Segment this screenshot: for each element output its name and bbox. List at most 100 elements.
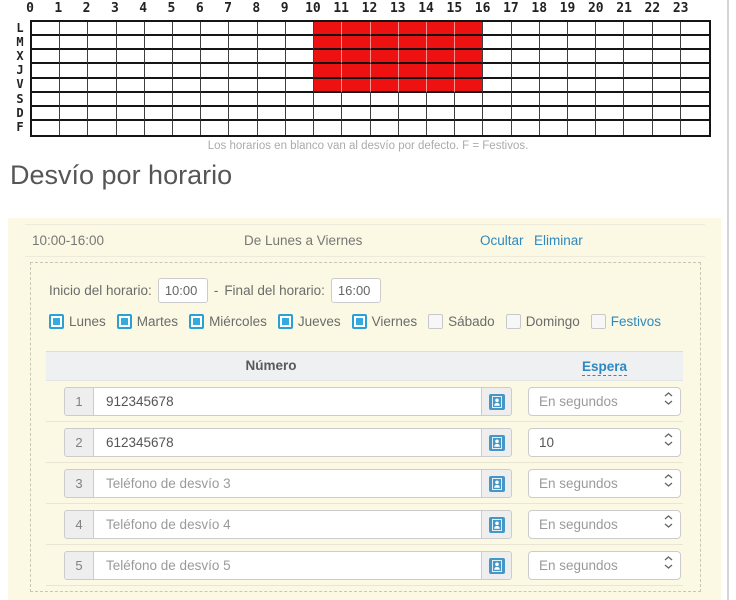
day-checkbox-item: Miércoles	[189, 314, 267, 329]
spinner-down-button[interactable]	[664, 441, 673, 446]
wait-input[interactable]	[529, 388, 657, 415]
day-checkbox[interactable]	[428, 314, 444, 329]
spinner-down-button[interactable]	[664, 482, 673, 487]
grid-cell	[32, 78, 61, 93]
phone-input-group: 3	[64, 469, 512, 498]
end-time-input[interactable]	[330, 278, 381, 303]
contact-button[interactable]	[481, 551, 512, 580]
grid-cell	[285, 36, 315, 51]
grid-cell	[652, 22, 681, 37]
grid-cell	[397, 22, 427, 37]
spinner-down-button[interactable]	[664, 523, 673, 528]
day-label: L	[16, 21, 24, 35]
spinner-up-button[interactable]	[664, 515, 673, 520]
day-checkbox[interactable]	[49, 314, 64, 329]
contact-button[interactable]	[481, 510, 512, 539]
phone-input[interactable]	[93, 428, 482, 457]
day-checkbox-item: Sábado	[428, 314, 495, 329]
wait-input[interactable]	[529, 552, 657, 579]
grid-cell	[425, 22, 456, 37]
hour-label: 10	[305, 1, 321, 16]
spinner-up-button[interactable]	[664, 433, 673, 438]
page-title: Desvío por horario	[10, 160, 233, 190]
contact-button[interactable]	[481, 469, 512, 498]
hour-label: 3	[110, 1, 119, 16]
contact-button[interactable]	[481, 428, 512, 457]
grid-cell	[369, 64, 399, 79]
day-checkbox-label: Festivos	[610, 314, 661, 329]
day-label: F	[16, 119, 24, 134]
spinner-up-button[interactable]	[664, 392, 673, 397]
grid-cell	[60, 106, 89, 121]
scrollbar[interactable]	[727, 0, 729, 600]
wait-spinner	[528, 428, 681, 457]
grid-cell	[116, 22, 145, 37]
grid-cell	[567, 92, 597, 107]
day-checkbox[interactable]	[505, 314, 521, 329]
grid-cell	[173, 92, 202, 107]
phone-input[interactable]	[93, 510, 482, 539]
grid-cell	[314, 64, 343, 79]
spinner-up-button[interactable]	[664, 556, 673, 561]
day-checkbox[interactable]	[116, 314, 132, 329]
hide-link[interactable]: Ocultar	[480, 233, 524, 248]
grid-cell	[32, 106, 61, 121]
spinner-down-button[interactable]	[664, 400, 673, 405]
wait-spinner	[528, 510, 681, 539]
day-checkbox[interactable]	[277, 314, 293, 329]
grid-cell	[88, 120, 117, 135]
hour-label: 20	[587, 1, 604, 16]
start-time-input[interactable]	[157, 278, 208, 303]
grid-cell	[144, 64, 174, 79]
grid-cell	[60, 36, 89, 51]
grid-cell	[397, 64, 427, 79]
grid-cell	[567, 106, 597, 121]
grid-cell	[624, 120, 653, 135]
grid-cell	[681, 121, 709, 135]
grid-cell	[201, 64, 230, 79]
contact-icon	[488, 557, 505, 574]
grid-cell	[88, 92, 117, 107]
spinner-up-button[interactable]	[664, 474, 673, 479]
end-time-label: Final del horario:	[224, 283, 325, 298]
grid-cell	[173, 36, 202, 51]
grid-cell	[567, 64, 597, 79]
contact-button[interactable]	[481, 387, 512, 416]
day-checkbox-label: Jueves	[297, 314, 341, 329]
row-number-badge: 2	[64, 428, 94, 457]
day-checkbox[interactable]	[590, 314, 606, 329]
grid-cell	[116, 106, 145, 121]
grid-cell	[229, 36, 258, 51]
wait-input[interactable]	[529, 511, 657, 538]
grid-cell	[511, 36, 540, 51]
grid-cell	[173, 106, 202, 121]
grid-cell	[88, 36, 117, 51]
day-checkbox-label: Sábado	[448, 314, 495, 329]
grid-cell	[117, 120, 145, 135]
delete-link[interactable]: Eliminar	[534, 233, 583, 248]
grid-cell	[596, 120, 625, 135]
phone-input[interactable]	[93, 551, 482, 580]
wait-input[interactable]	[529, 470, 657, 497]
day-checkbox[interactable]	[351, 314, 367, 329]
hour-label: 17	[503, 1, 519, 16]
grid-cell	[567, 22, 597, 37]
grid-cell	[511, 78, 540, 93]
day-checkbox[interactable]	[189, 314, 205, 329]
day-label: S	[16, 91, 24, 106]
phone-input[interactable]	[93, 387, 482, 416]
grid-cell	[144, 92, 174, 107]
espera-header-link[interactable]: Espera	[581, 359, 628, 376]
grid-cell	[144, 50, 174, 65]
day-checkbox-row: Lunes Martes Miércoles Jueves Viernes Sábado D…	[49, 314, 661, 329]
phone-input[interactable]	[93, 469, 482, 498]
wait-input[interactable]	[529, 429, 657, 456]
hour-label: 4	[139, 1, 148, 16]
grid-cell	[314, 106, 343, 121]
grid-cell	[88, 22, 117, 37]
grid-cell	[399, 120, 427, 135]
grid-cell	[229, 22, 258, 37]
grid-cell	[539, 50, 568, 65]
spinner-down-button[interactable]	[664, 564, 673, 569]
grid-cell	[624, 36, 653, 51]
